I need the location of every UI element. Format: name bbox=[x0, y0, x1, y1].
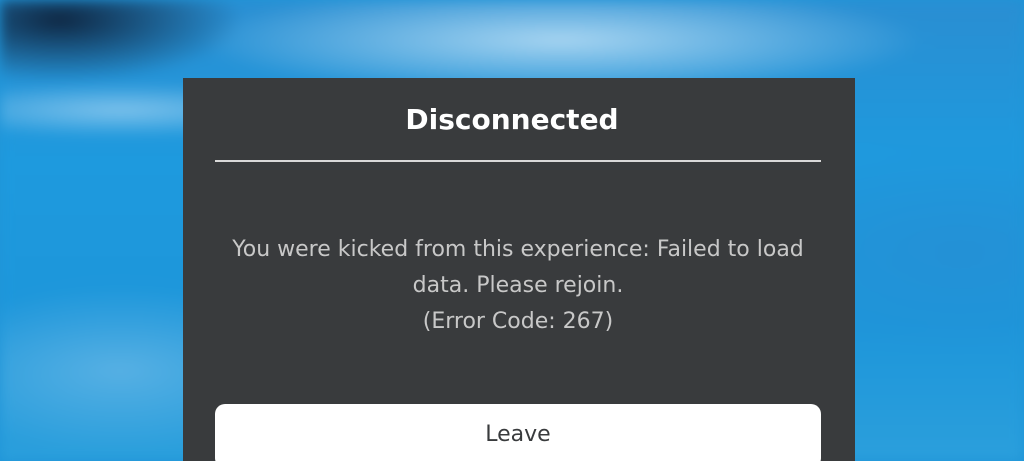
dialog-title: Disconnected bbox=[405, 103, 619, 136]
leave-button[interactable]: Leave bbox=[215, 404, 821, 461]
kick-message: You were kicked from this experience: Fa… bbox=[215, 232, 821, 340]
kick-message-line-2: data. Please rejoin. bbox=[412, 273, 624, 298]
error-code: (Error Code: 267) bbox=[422, 309, 614, 334]
leave-button-label: Leave bbox=[485, 422, 551, 447]
game-scene: Disconnected You were kicked from this e… bbox=[0, 0, 1024, 461]
kick-message-line-1: You were kicked from this experience: Fa… bbox=[232, 237, 804, 262]
title-divider bbox=[215, 160, 821, 162]
